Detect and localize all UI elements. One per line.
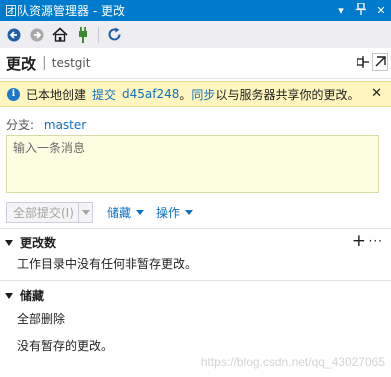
watermark-text: https://blog.csdn.net/qq_43027065	[200, 355, 385, 369]
navigation-toolbar	[0, 21, 391, 48]
popout-button[interactable]	[372, 53, 388, 71]
branch-link[interactable]: master	[44, 118, 86, 132]
refresh-button[interactable]	[104, 25, 124, 45]
commit-dropdown-button[interactable]	[79, 201, 93, 223]
actions-menu-label: 操作	[156, 205, 181, 220]
title-bar: 团队资源管理器 - 更改 ▾ ✕	[0, 0, 391, 21]
close-window-button[interactable]: ✕	[371, 4, 391, 17]
pin-window-button[interactable]	[351, 2, 371, 18]
info-text-suffix: 以与服务器共享你的更改。	[215, 87, 360, 102]
stashes-section-header[interactable]: 储藏	[5, 287, 44, 304]
back-arrow-icon	[7, 28, 21, 41]
stash-menu[interactable]: 储藏	[107, 204, 145, 221]
section-divider	[0, 228, 391, 229]
actions-menu[interactable]: 操作	[156, 204, 194, 221]
collapse-triangle-icon	[5, 239, 13, 246]
sync-link[interactable]: 同步	[191, 86, 215, 103]
commit-link-label[interactable]: 提交	[92, 86, 116, 103]
changes-section-title: 更改数	[20, 236, 57, 250]
home-button[interactable]	[50, 25, 70, 45]
info-text-prefix: 已本地创建	[26, 87, 87, 102]
info-notification-bar: i 已本地创建 提交 d45af248 。 同步 以与服务器共享你的更改。 ✕	[0, 81, 391, 107]
info-text-period: 。	[179, 87, 192, 102]
back-button[interactable]	[4, 25, 24, 45]
refresh-icon	[108, 27, 120, 41]
forward-arrow-icon	[30, 28, 44, 41]
page-header: 更改 | testgit	[0, 48, 391, 79]
actions-row: 全部提交(I) 储藏 操作	[6, 201, 386, 223]
pin-page-button[interactable]	[356, 56, 369, 71]
branch-label: 分支:	[6, 118, 35, 132]
forward-button[interactable]	[27, 25, 47, 45]
collapse-triangle-icon	[5, 292, 13, 299]
section-divider	[0, 280, 391, 281]
more-options-button[interactable]: ···	[369, 234, 383, 248]
branch-row: 分支: master	[6, 116, 86, 133]
changes-section-header[interactable]: 更改数	[5, 234, 56, 251]
stashes-empty-text: 没有暂存的更改。	[17, 339, 114, 353]
commit-all-button[interactable]: 全部提交(I)	[6, 201, 79, 223]
chevron-down-icon	[81, 209, 90, 215]
home-icon	[52, 27, 68, 42]
commit-message-input[interactable]: 输入一条消息	[6, 135, 379, 193]
changes-empty-text: 工作目录中没有任何非暂存更改。	[17, 257, 198, 271]
caret-down-icon	[136, 209, 145, 215]
pin-icon	[356, 56, 369, 68]
stashes-section-title: 储藏	[20, 289, 45, 303]
delete-all-stashes-button[interactable]: 全部删除	[17, 310, 65, 327]
page-title: 更改	[6, 54, 37, 73]
commit-id-link[interactable]: d45af248	[122, 87, 179, 101]
window-menu-button[interactable]: ▾	[331, 4, 351, 17]
stash-menu-label: 储藏	[107, 205, 132, 220]
window-title: 团队资源管理器 - 更改	[5, 4, 125, 18]
toolbar-separator	[98, 26, 99, 43]
pin-icon	[356, 2, 366, 15]
close-info-button[interactable]: ✕	[371, 86, 382, 101]
caret-down-icon	[185, 209, 194, 215]
title-separator: |	[42, 55, 47, 71]
repository-name[interactable]: testgit	[52, 56, 91, 70]
connect-button[interactable]	[73, 25, 93, 45]
popout-icon	[375, 56, 386, 67]
plug-icon	[79, 26, 87, 43]
info-icon: i	[7, 87, 20, 101]
add-button[interactable]: +	[352, 233, 366, 250]
